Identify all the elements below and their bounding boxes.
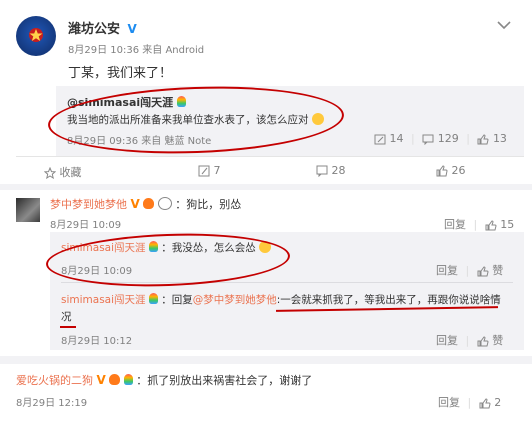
comment-button[interactable]: 28: [316, 164, 346, 177]
reply-like-button[interactable]: 赞: [477, 264, 504, 277]
repost-button[interactable]: 7: [198, 164, 221, 177]
reply-prefix: ：回复: [161, 294, 193, 306]
verified-badge-icon: V: [96, 373, 106, 387]
verified-badge-icon: V: [130, 197, 140, 211]
thumbs-up-icon: [485, 219, 497, 230]
comment-text: ：抓了别放出来祸害社会了，谢谢了: [136, 374, 313, 387]
reply-like-label: 赞: [492, 264, 504, 277]
reply-author[interactable]: simimasai闯天涯: [61, 294, 146, 306]
comment-time: 8月29日 12:19: [16, 398, 88, 409]
bulb-badge-icon: [123, 374, 133, 385]
star-icon: [44, 167, 56, 179]
comment-icon: [422, 134, 434, 145]
police-avatar[interactable]: [16, 16, 56, 56]
reply-button[interactable]: 回复: [436, 264, 458, 277]
reply-like-button[interactable]: 赞: [477, 334, 504, 347]
bulb-badge-icon: [148, 293, 158, 304]
comment-like-button[interactable]: 2: [479, 396, 502, 409]
quoted-like-button[interactable]: 13: [477, 132, 507, 145]
reply-text: :一会就来抓我了，等我出来了，再跟你说说啥情: [276, 294, 501, 306]
comment-time: 8月29日 10:09: [50, 220, 122, 231]
verified-badge-icon: V: [127, 22, 137, 36]
favorite-label: 收藏: [59, 166, 82, 179]
post-author-name[interactable]: 潍坊公安: [68, 22, 120, 37]
fire-badge-icon: [109, 374, 121, 385]
thumbs-up-icon: [477, 133, 489, 144]
post-text: 丁某，我们来了！: [68, 66, 173, 81]
police-emblem-icon: [29, 28, 43, 42]
like-button[interactable]: 26: [436, 164, 466, 177]
comment-like-count: 15: [500, 218, 515, 231]
thumbs-up-icon: [436, 165, 448, 177]
quoted-repost-count: 14: [389, 132, 404, 145]
quoted-like-count: 13: [492, 132, 507, 145]
reply-text-continued: 况: [61, 311, 72, 323]
reply-time: 8月29日 10:12: [61, 336, 133, 347]
annotation-underline: [60, 326, 76, 328]
comment-author[interactable]: 爱吃火锅的二狗: [16, 374, 93, 387]
thumbs-up-icon: [477, 335, 489, 346]
comment-author[interactable]: 梦中梦到她梦他: [50, 198, 127, 211]
reply-button[interactable]: 回复: [438, 396, 460, 409]
comment-text: ：狗比，别怂: [175, 198, 242, 211]
comment-like-count: 2: [494, 396, 502, 409]
quoted-repost-button[interactable]: 14: [374, 132, 407, 145]
repost-icon: [374, 134, 386, 144]
reply-button[interactable]: 回复: [444, 218, 466, 231]
fire-badge-icon: [143, 198, 155, 209]
post-meta: 8月29日 10:36 来自 Android: [68, 45, 205, 56]
comment-count: 28: [331, 164, 346, 177]
thumbs-up-icon: [479, 397, 491, 408]
quoted-comment-count: 129: [437, 132, 459, 145]
quoted-comment-button[interactable]: 129: [422, 132, 462, 145]
panda-emoji-icon: [157, 197, 172, 210]
reply-like-label: 赞: [492, 334, 504, 347]
favorite-button[interactable]: 收藏: [44, 164, 82, 180]
comment-avatar[interactable]: [16, 198, 40, 222]
repost-icon: [198, 165, 210, 177]
thumbs-up-icon: [477, 265, 489, 276]
chevron-down-icon[interactable]: [497, 20, 511, 30]
reply-button[interactable]: 回复: [436, 334, 458, 347]
repost-count: 7: [213, 164, 221, 177]
like-count: 26: [451, 164, 466, 177]
comment-like-button[interactable]: 15: [485, 218, 515, 231]
comment-icon: [316, 165, 328, 177]
mention-link[interactable]: @梦中梦到她梦他: [193, 294, 277, 306]
